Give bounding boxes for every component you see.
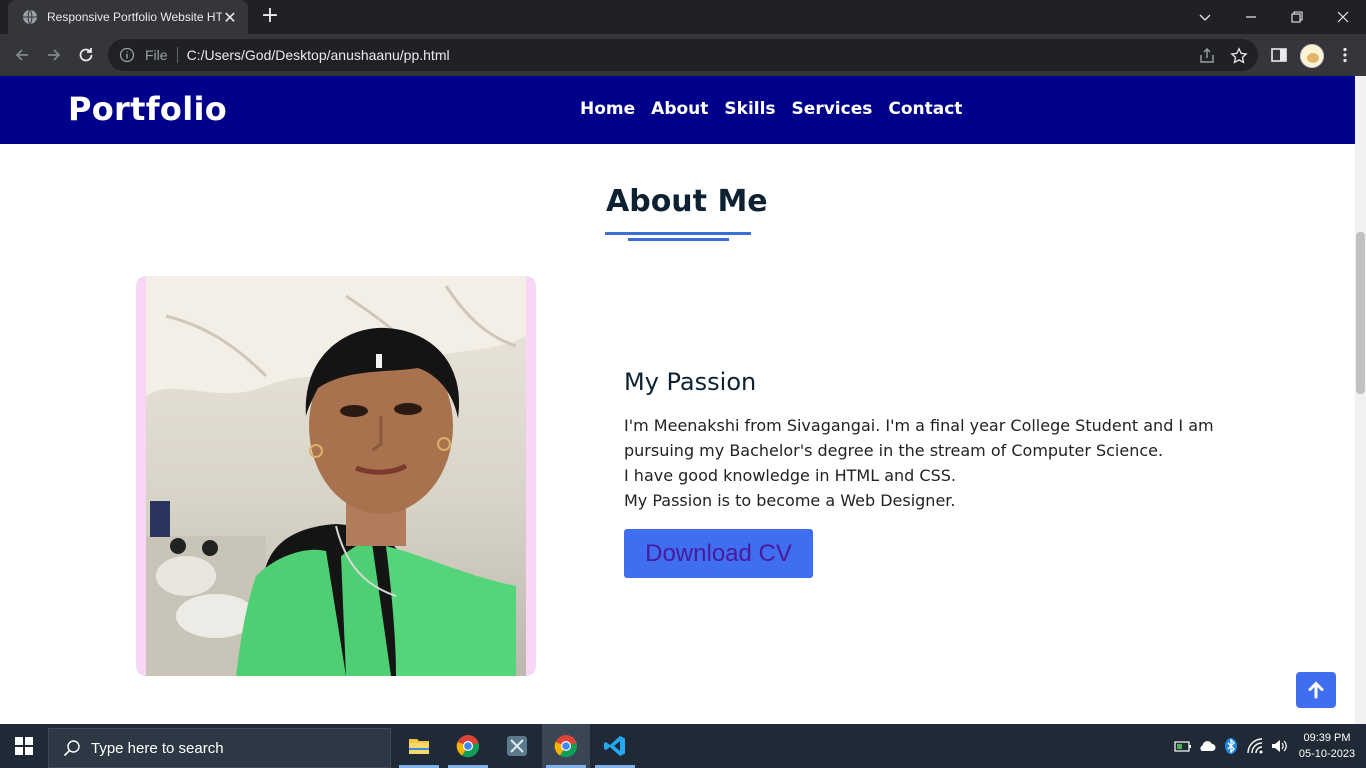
browser-toolbar: File C:/Users/God/Desktop/anushaanu/pp.h… [0,34,1366,76]
info-icon [119,47,135,63]
windows-logo-icon [15,737,33,755]
main-nav: Home About Skills Services Contact [580,99,962,119]
tab-title: Responsive Portfolio Website HT [47,10,222,24]
globe-icon [23,9,37,25]
restore-icon [1291,11,1303,23]
vscode-icon [604,736,625,756]
about-paragraph: My Passion is to become a Web Designer. [624,491,956,510]
folder-icon [409,739,429,754]
close-window-button[interactable] [1320,0,1366,34]
about-paragraph: I have good knowledge in HTML and CSS. [624,466,956,485]
onedrive-cloud-icon[interactable] [1198,737,1216,755]
close-icon [1337,11,1349,23]
profile-photo-frame [136,276,536,676]
clock-date: 05-10-2023 [1298,748,1356,760]
page-viewport: Portfolio Home About Skills Services Con… [0,76,1355,724]
system-clock[interactable]: 09:39 PM 05-10-2023 [1294,730,1360,762]
chrome-icon [554,735,578,758]
minimize-button[interactable] [1228,0,1274,34]
title-underline [605,232,751,235]
download-cv-button[interactable]: Download CV [624,529,813,578]
snipping-tool-app[interactable] [493,724,541,768]
scrollbar-thumb[interactable] [1356,232,1365,394]
chrome-icon [456,735,480,758]
chrome-app[interactable] [542,724,590,768]
taskbar-search[interactable]: Type here to search [48,728,391,768]
nav-skills[interactable]: Skills [724,99,775,119]
nav-services[interactable]: Services [792,99,873,119]
bluetooth-icon[interactable] [1222,737,1240,755]
minimize-icon [1246,16,1256,18]
kebab-menu-icon[interactable] [1336,46,1354,64]
nav-home[interactable]: Home [580,99,635,119]
side-panel-icon[interactable] [1270,46,1288,64]
search-icon [63,740,80,757]
nav-about[interactable]: About [651,99,708,119]
address-separator [176,47,178,63]
title-underline-short [628,238,729,241]
forward-arrow-icon [48,49,61,61]
reload-button[interactable] [72,41,100,69]
reload-icon [79,48,93,62]
about-text: I'm Meenakshi from Sivagangai. I'm a fin… [624,413,1234,513]
forward-button[interactable] [40,41,68,69]
start-button[interactable] [0,724,48,768]
arrow-up-icon [1308,681,1324,699]
tab-search-button[interactable] [1182,0,1228,34]
close-tab-button[interactable]: ✕ [222,8,238,27]
restore-button[interactable] [1274,0,1320,34]
share-icon[interactable] [1198,47,1216,65]
volume-icon[interactable] [1270,737,1288,755]
back-button[interactable] [8,41,36,69]
clock-time: 09:39 PM [1303,732,1351,744]
snipping-tool-icon [507,736,527,756]
vscode-app[interactable] [591,724,639,768]
chevron-down-icon [1199,14,1211,21]
chrome-profile-app[interactable] [444,724,492,768]
back-arrow-icon [15,49,28,61]
new-tab-button[interactable]: + [258,4,282,28]
file-explorer-app[interactable] [395,724,443,768]
wifi-icon[interactable] [1246,737,1264,755]
nav-contact[interactable]: Contact [888,99,962,119]
bookmark-star-icon[interactable] [1230,47,1248,65]
url-text[interactable]: C:/Users/God/Desktop/anushaanu/pp.html [187,47,450,63]
file-label: File [145,47,168,63]
taskbar: Type here to search 09:39 PM 05-10-2023 [0,724,1366,768]
page-scrollbar[interactable] [1355,76,1366,724]
search-placeholder: Type here to search [91,739,224,757]
site-logo[interactable]: Portfolio [68,90,227,128]
address-bar[interactable]: File C:/Users/God/Desktop/anushaanu/pp.h… [108,39,1258,71]
about-paragraph: I'm Meenakshi from Sivagangai. I'm a fin… [624,416,1214,460]
site-header: Portfolio Home About Skills Services Con… [0,76,1355,144]
section-title: About Me [606,184,768,219]
scroll-to-top-button[interactable] [1296,672,1336,708]
browser-tab-bar: Responsive Portfolio Website HT ✕ + [0,0,1366,34]
browser-tab[interactable]: Responsive Portfolio Website HT ✕ [8,0,248,34]
passion-title: My Passion [624,368,757,396]
profile-avatar[interactable] [1300,44,1324,68]
profile-photo [146,276,526,676]
battery-icon[interactable] [1174,737,1192,755]
